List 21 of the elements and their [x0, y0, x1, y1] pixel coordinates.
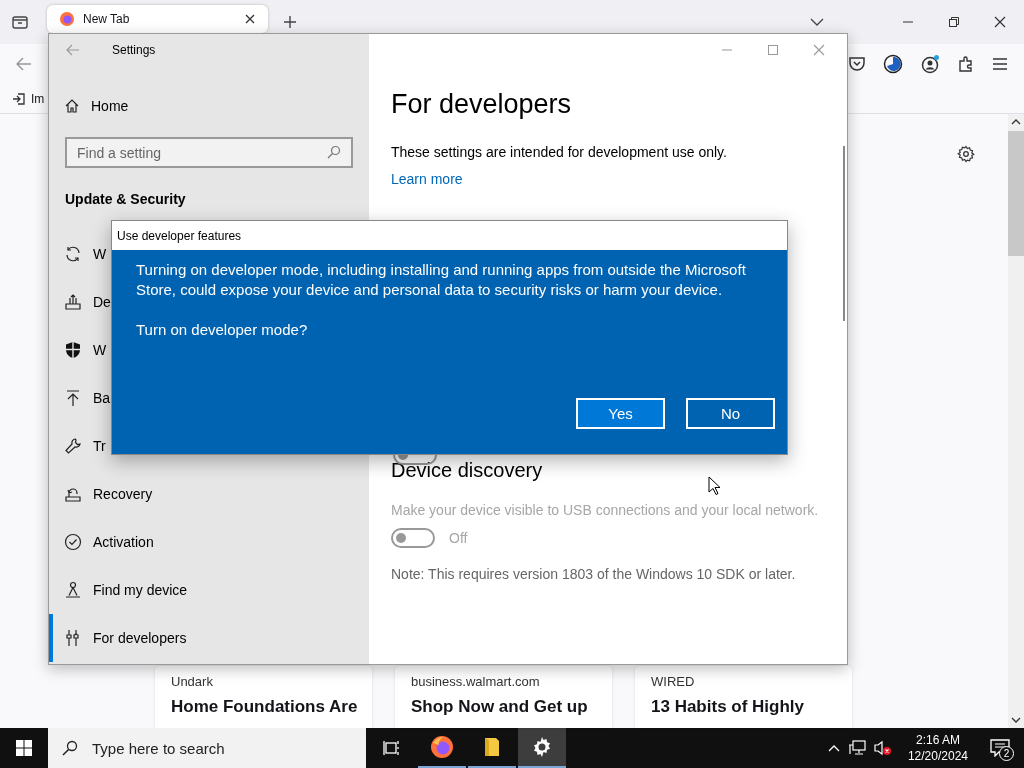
note-text: Note: This requires version 1803 of the Windows 10 SDK or later.: [391, 566, 797, 582]
section-heading: Device discovery: [391, 459, 544, 482]
section-description: Make your device visible to USB connections and your local network.: [391, 502, 820, 518]
clock-time: 2:16 AM: [915, 732, 960, 748]
section-heading: Update & Security: [64, 190, 187, 209]
card-source: Undark: [171, 674, 214, 689]
card-title: 13 Habits of Highly: [651, 697, 806, 717]
clock-date: 12/20/2024: [907, 748, 968, 764]
dialog-question: Turn on developer mode?: [136, 320, 309, 340]
toggle-label: Off: [449, 530, 468, 546]
card-source: WIRED: [651, 674, 696, 689]
card-title: Shop Now and Get up: [411, 697, 589, 717]
page-title: For developers: [391, 89, 573, 120]
dialog-title: Use developer features: [112, 221, 787, 250]
window-title: Settings: [112, 43, 156, 57]
notification-count: 2: [999, 746, 1014, 761]
card-title: Home Foundations Are: [171, 697, 356, 717]
tab-title: New Tab: [83, 12, 131, 26]
card-source: business.walmart.com: [411, 674, 541, 689]
dialog-message: Turning on developer mode, including installing and running apps from outside the Microsoft Store, could expose your device and personal data to security risks or harm your device.: [136, 260, 746, 300]
intro-text: These settings are intended for development use only.: [391, 144, 728, 160]
